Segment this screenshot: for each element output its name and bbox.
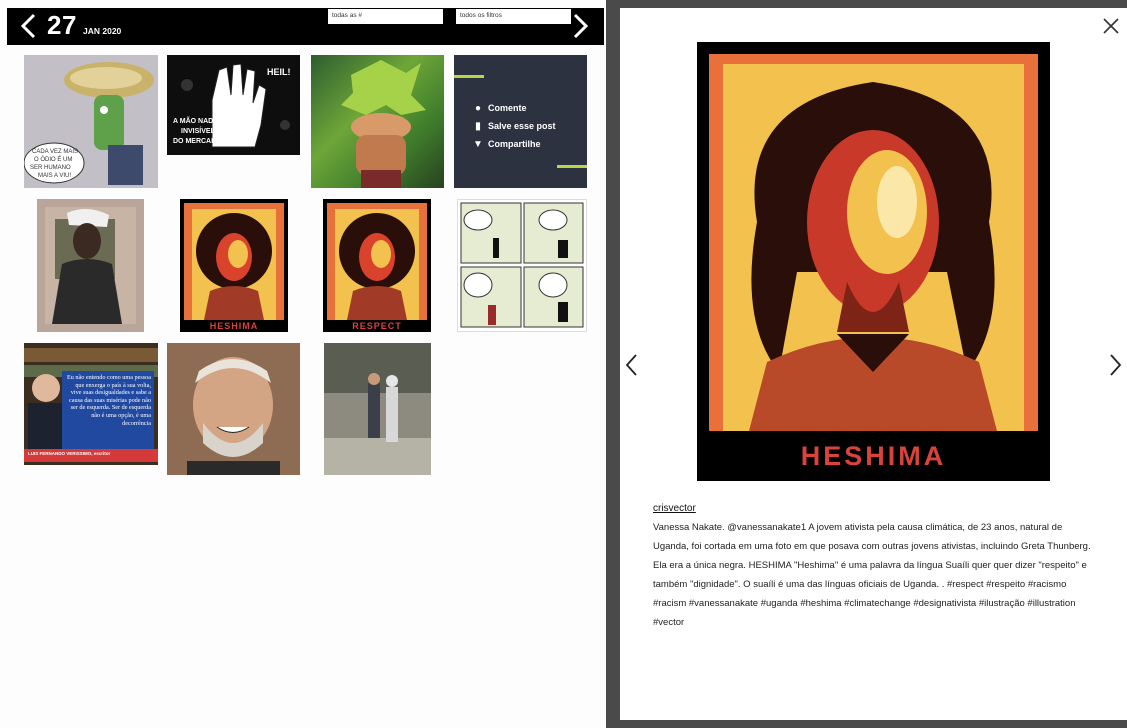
- next-day-button[interactable]: [568, 12, 592, 40]
- street-photo: [324, 343, 431, 475]
- share-triangle-icon: ▼: [473, 138, 483, 150]
- svg-text:O ÓDIO É UM: O ÓDIO É UM: [34, 156, 72, 163]
- close-modal-button[interactable]: [1101, 16, 1121, 36]
- svg-text:SER HUMANO: SER HUMANO: [30, 165, 71, 171]
- post-caption: Vanessa Nakate. @vanessanakate1 A jovem …: [653, 522, 1091, 628]
- next-post-button[interactable]: [1107, 353, 1123, 377]
- svg-text:MAIS A VIU!: MAIS A VIU!: [38, 173, 71, 179]
- date-header-bar: 27 JAN 2020 todas as # todos os filtros: [7, 8, 604, 45]
- poster-label: HESHIMA: [180, 320, 288, 332]
- svg-text:DO MERCADO: DO MERCADO: [173, 138, 222, 145]
- hashtag-filter-select[interactable]: todas as #: [328, 9, 443, 24]
- svg-text:CADA VEZ MAIS: CADA VEZ MAIS: [32, 149, 78, 155]
- author-link[interactable]: crisvector: [653, 503, 696, 514]
- post-thumbnail-invisible-hand[interactable]: HEIL! A MÃO NADA INVISÍVEL DO MERCADO: [167, 55, 300, 155]
- poster-label: RESPECT: [323, 320, 431, 332]
- speech-bubble-icon: ●: [474, 102, 482, 114]
- portrait-illustration: [184, 203, 284, 320]
- save-label: Salve esse post: [488, 121, 556, 131]
- chevron-left-icon: [625, 354, 637, 376]
- bookmark-icon: ▮: [475, 120, 481, 132]
- previous-post-button[interactable]: [624, 353, 640, 377]
- post-thumbnail-comic-strip[interactable]: [457, 199, 587, 332]
- painting-image: [45, 207, 136, 324]
- post-image-heshima: HESHIMA: [697, 42, 1050, 481]
- warrior-illustration: [341, 60, 426, 188]
- chevron-right-icon: [573, 13, 589, 39]
- date-month-year: JAN 2020: [83, 26, 122, 36]
- post-thumbnail-street-photo[interactable]: [324, 343, 431, 475]
- post-thumbnail-painting[interactable]: [37, 199, 144, 332]
- share-label: Compartilhe: [488, 139, 541, 149]
- post-thumbnail-portrait-photo[interactable]: [167, 343, 300, 475]
- post-image-label: HESHIMA: [697, 431, 1050, 481]
- post-thumbnail-green-warrior[interactable]: [311, 55, 444, 188]
- close-icon: [1103, 18, 1119, 34]
- save-post-action[interactable]: ▮ Salve esse post: [472, 117, 556, 135]
- chevron-left-icon: [20, 13, 36, 39]
- post-thumbnail-verissimo-quote[interactable]: Eu não entendo como uma pessoa que enxer…: [24, 343, 158, 465]
- portrait-illustration: [709, 54, 1038, 431]
- accent-bar: [557, 165, 587, 168]
- previous-day-button[interactable]: [17, 12, 41, 40]
- cartoon-illustration: CADA VEZ MAIS O ÓDIO É UM SER HUMANO MAI…: [24, 62, 154, 185]
- post-thumbnail-heshima[interactable]: HESHIMA: [180, 199, 288, 332]
- svg-text:A MÃO NADA: A MÃO NADA: [173, 116, 218, 125]
- portrait-illustration: [327, 203, 427, 320]
- comment-label: Comente: [488, 103, 527, 113]
- hand-illustration: HEIL! A MÃO NADA INVISÍVEL DO MERCADO: [173, 63, 291, 148]
- quote-text: Eu não entendo como uma pessoa que enxer…: [62, 371, 154, 449]
- post-thumbnail-cartoon-bubble[interactable]: CADA VEZ MAIS O ÓDIO É UM SER HUMANO MAI…: [24, 55, 158, 188]
- post-thumbnail-respect[interactable]: RESPECT: [323, 199, 431, 332]
- svg-text:INVISÍVEL: INVISÍVEL: [181, 126, 216, 135]
- accent-bar: [454, 75, 484, 78]
- chevron-right-icon: [1110, 354, 1122, 376]
- share-action[interactable]: ▼ Compartilhe: [472, 135, 556, 153]
- comment-action[interactable]: ● Comente: [472, 99, 556, 117]
- all-filters-select[interactable]: todos os filtros: [456, 9, 571, 24]
- portrait-photo: [167, 343, 300, 475]
- quote-author: LUIS FERNANDO VERISSIMO, escritor: [24, 449, 158, 462]
- post-actions-card: ● Comente ▮ Salve esse post ▼ Compartilh…: [454, 55, 587, 188]
- comic-strip-image: [460, 202, 584, 328]
- date-day: 27: [47, 10, 77, 40]
- svg-text:HEIL!: HEIL!: [267, 67, 291, 77]
